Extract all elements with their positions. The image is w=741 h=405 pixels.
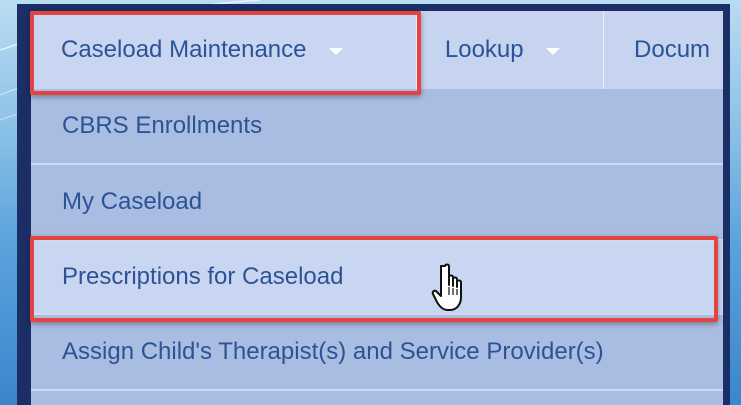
menu-item-my-caseload[interactable]: My Caseload (31, 165, 723, 241)
menu-item-assign-therapists[interactable]: Assign Child's Therapist(s) and Service … (31, 315, 723, 391)
nav-item-caseload-maintenance[interactable]: Caseload Maintenance (31, 11, 417, 89)
caseload-dropdown-menu: CBRS Enrollments My Caseload Prescriptio… (31, 89, 723, 405)
nav-item-label: Lookup (444, 36, 524, 63)
top-nav-bar: Caseload Maintenance Lookup Docum (31, 11, 723, 89)
caret-down-icon (545, 47, 560, 55)
menu-item-label: My Caseload (62, 188, 203, 215)
menu-item-label: Prescriptions for Caseload (62, 263, 344, 290)
menu-item-label: CBRS Enrollments (62, 112, 263, 139)
hand-pointer-icon (431, 263, 462, 311)
nav-item-label: Docum (634, 36, 711, 63)
menu-item-partial[interactable] (31, 391, 723, 405)
menu-item-prescriptions-for-caseload[interactable]: Prescriptions for Caseload (31, 241, 723, 315)
caret-down-icon (328, 47, 343, 55)
nav-item-lookup[interactable]: Lookup (417, 11, 605, 89)
menu-item-cbrs-enrollments[interactable]: CBRS Enrollments (31, 89, 723, 165)
nav-item-documents[interactable]: Docum (604, 11, 723, 89)
menu-item-label: Assign Child's Therapist(s) and Service … (62, 338, 604, 365)
nav-item-label: Caseload Maintenance (61, 36, 307, 63)
